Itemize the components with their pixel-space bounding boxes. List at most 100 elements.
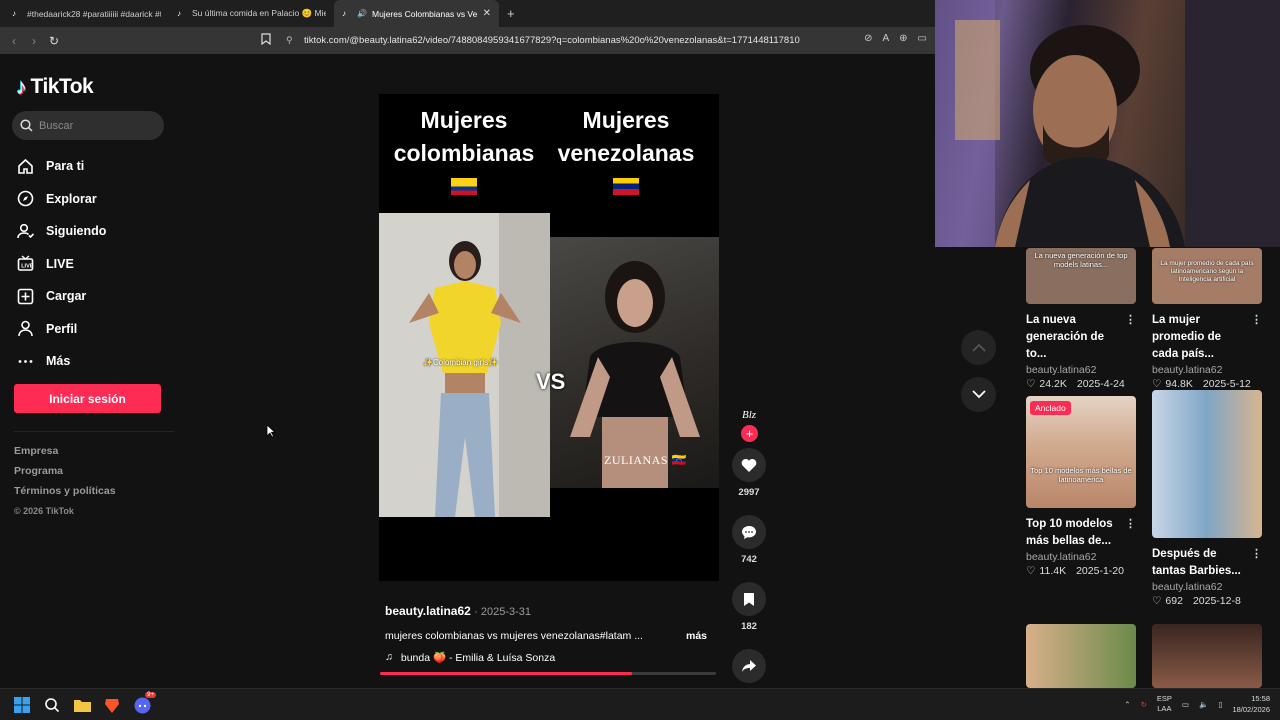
video-thumbnail: La nueva generación de top models latina… bbox=[1026, 248, 1136, 304]
like-count: 2997 bbox=[738, 487, 760, 498]
close-tab-icon[interactable]: ✕ bbox=[483, 8, 491, 19]
like-action[interactable]: 2997 bbox=[731, 448, 767, 499]
volume-icon[interactable]: 🔈 bbox=[1199, 700, 1208, 709]
address-bar-actions: ⊘ A ⊕ ▭ bbox=[864, 33, 927, 44]
webcam-overlay bbox=[935, 0, 1280, 247]
save-action[interactable]: 182 bbox=[731, 582, 767, 633]
thumbnail-caption: La nueva generación de top models latina… bbox=[1034, 251, 1128, 269]
author-name[interactable]: beauty.latina62 bbox=[385, 604, 471, 618]
previous-video-button[interactable] bbox=[961, 330, 996, 365]
speaker-icon[interactable]: 🔊 bbox=[357, 9, 367, 18]
zoom-icon[interactable]: ⊕ bbox=[899, 33, 907, 44]
reload-icon[interactable]: ↻ bbox=[44, 34, 64, 48]
bookmark-icon bbox=[732, 582, 766, 616]
new-tab-button[interactable]: + bbox=[499, 6, 523, 21]
network-icon[interactable]: ▭ bbox=[1182, 700, 1189, 709]
forward-icon[interactable]: › bbox=[24, 34, 44, 48]
sidebar-item-live[interactable]: LIVE LIVE bbox=[16, 248, 106, 281]
comment-count: 742 bbox=[741, 554, 757, 565]
streamer-figure bbox=[935, 0, 1280, 247]
more-options-icon[interactable]: ⋮ bbox=[1125, 312, 1136, 329]
address-bar: ‹ › ↻ ⚲ tiktok.com/@beauty.latina62/vide… bbox=[0, 27, 935, 54]
card-title: Después de tantas Barbies... ⋮ bbox=[1152, 546, 1262, 577]
related-video-card[interactable] bbox=[1152, 624, 1262, 688]
sidebar-item-explorar[interactable]: Explorar bbox=[16, 183, 106, 216]
battery-icon[interactable]: ▯ bbox=[1218, 700, 1222, 709]
video-progress-bar[interactable] bbox=[380, 672, 716, 675]
comment-icon bbox=[732, 515, 766, 549]
card-author[interactable]: beauty.latina62 bbox=[1026, 364, 1136, 376]
card-stats: ♡ 24.2K 2025-4-24 bbox=[1026, 378, 1125, 390]
related-video-card[interactable]: La nueva generación de top models latina… bbox=[1026, 248, 1136, 390]
more-options-icon[interactable]: ⋮ bbox=[1251, 312, 1262, 329]
next-video-button[interactable] bbox=[961, 377, 996, 412]
compass-icon bbox=[16, 190, 34, 208]
browser-tab-1[interactable]: ♪ #thedaarick28 #paratiiiiii #daarick #t bbox=[4, 0, 169, 27]
related-video-card[interactable] bbox=[1026, 624, 1136, 688]
follow-plus-icon[interactable]: + bbox=[741, 425, 758, 442]
card-author[interactable]: beauty.latina62 bbox=[1026, 551, 1136, 563]
music-title: bunda 🍑 - Emilia & Luísa Sonza bbox=[400, 652, 556, 664]
sidebar-item-siguiendo[interactable]: Siguiendo bbox=[16, 215, 106, 248]
heart-outline-icon: ♡ bbox=[1026, 565, 1036, 577]
translate-icon[interactable]: A bbox=[882, 33, 889, 44]
heart-outline-icon: ♡ bbox=[1152, 378, 1162, 390]
related-video-card[interactable]: Anclado Top 10 modelos más bellas de lat… bbox=[1026, 396, 1136, 577]
sidebar-divider bbox=[14, 431, 174, 432]
login-button[interactable]: Iniciar sesión bbox=[14, 384, 161, 413]
search-icon[interactable] bbox=[42, 695, 62, 715]
profile-icon bbox=[16, 320, 34, 338]
related-video-card[interactable]: La mujer promedio de cada país latinoame… bbox=[1152, 248, 1262, 390]
more-options-icon[interactable]: ⋮ bbox=[1125, 516, 1136, 533]
site-info-icon[interactable]: ⚲ bbox=[286, 35, 293, 46]
url-field[interactable]: ⚲ tiktok.com/@beauty.latina62/video/7488… bbox=[258, 30, 928, 51]
back-icon[interactable]: ‹ bbox=[4, 34, 24, 48]
system-tray: ⌃ ↻ ESP LAA ▭ 🔈 ▯ 15:58 18/02/2026 bbox=[1124, 693, 1270, 715]
heart-icon bbox=[732, 448, 766, 482]
more-link[interactable]: más bbox=[686, 630, 707, 642]
footer-link-empresa[interactable]: Empresa bbox=[14, 444, 116, 464]
pinned-badge: Anclado bbox=[1030, 401, 1071, 415]
search-placeholder: Buscar bbox=[39, 119, 74, 132]
sidebar-item-para-ti[interactable]: Para ti bbox=[16, 150, 106, 183]
sidebar-item-perfil[interactable]: Perfil bbox=[16, 313, 106, 346]
language-indicator[interactable]: ESP LAA bbox=[1157, 694, 1172, 714]
video-player[interactable]: Mujeres colombianas Mujeres venezolanas … bbox=[379, 94, 719, 581]
brave-browser-icon[interactable] bbox=[102, 695, 122, 715]
footer-link-terminos[interactable]: Términos y políticas bbox=[14, 484, 116, 504]
clock[interactable]: 15:58 18/02/2026 bbox=[1232, 693, 1270, 715]
browser-tab-2[interactable]: ♪ Su última comida en Palacio 😊 Mien bbox=[169, 0, 334, 27]
progress-fill bbox=[380, 672, 632, 675]
cast-icon[interactable]: ▭ bbox=[918, 33, 927, 44]
sidebar-item-mas[interactable]: Más bbox=[16, 345, 106, 378]
more-options-icon[interactable]: ⋮ bbox=[1251, 546, 1262, 563]
card-author[interactable]: beauty.latina62 bbox=[1152, 581, 1262, 593]
file-explorer-icon[interactable] bbox=[72, 695, 92, 715]
card-title: La nueva generación de to... ⋮ bbox=[1026, 312, 1136, 360]
chevron-up-icon[interactable]: ⌃ bbox=[1124, 700, 1130, 709]
thumbnail-caption: La mujer promedio de cada país latinoame… bbox=[1160, 260, 1254, 283]
sync-icon[interactable]: ↻ bbox=[1141, 700, 1147, 709]
windows-start-icon[interactable] bbox=[12, 695, 32, 715]
footer-link-programa[interactable]: Programa bbox=[14, 464, 116, 484]
discord-icon[interactable]: 9+ bbox=[132, 692, 156, 715]
video-meta: beauty.latina62 · 2025-3-31 mujeres colo… bbox=[385, 604, 715, 664]
windows-taskbar: 9+ ⌃ ↻ ESP LAA ▭ 🔈 ▯ 15:58 18/02/2026 bbox=[0, 688, 1280, 720]
search-input[interactable]: Buscar bbox=[12, 111, 164, 140]
tab-title: Mujeres Colombianas vs Vene bbox=[372, 8, 477, 19]
video-thumbnail bbox=[1026, 624, 1136, 688]
sidebar-item-label: LIVE bbox=[46, 256, 74, 271]
comment-action[interactable]: 742 bbox=[731, 515, 767, 566]
sidebar-item-cargar[interactable]: Cargar bbox=[16, 280, 106, 313]
browser-tab-active[interactable]: ♪ 🔊 Mujeres Colombianas vs Vene ✕ bbox=[334, 0, 499, 27]
card-author[interactable]: beauty.latina62 bbox=[1152, 364, 1262, 376]
following-icon bbox=[16, 222, 34, 240]
music-line[interactable]: ♫ bunda 🍑 - Emilia & Luísa Sonza bbox=[385, 651, 715, 664]
video-thumbnail bbox=[1152, 390, 1262, 538]
tiktok-favicon-icon: ♪ bbox=[12, 9, 16, 18]
tab-title: #thedaarick28 #paratiiiiii #daarick #t bbox=[27, 8, 161, 19]
card-stats: ♡ 11.4K 2025-1-20 bbox=[1026, 565, 1124, 577]
related-video-card[interactable]: Después de tantas Barbies... ⋮ beauty.lat… bbox=[1152, 390, 1262, 607]
tiktok-logo[interactable]: ♪ TikTok bbox=[16, 74, 94, 100]
reader-mode-icon[interactable]: ⊘ bbox=[864, 33, 872, 44]
